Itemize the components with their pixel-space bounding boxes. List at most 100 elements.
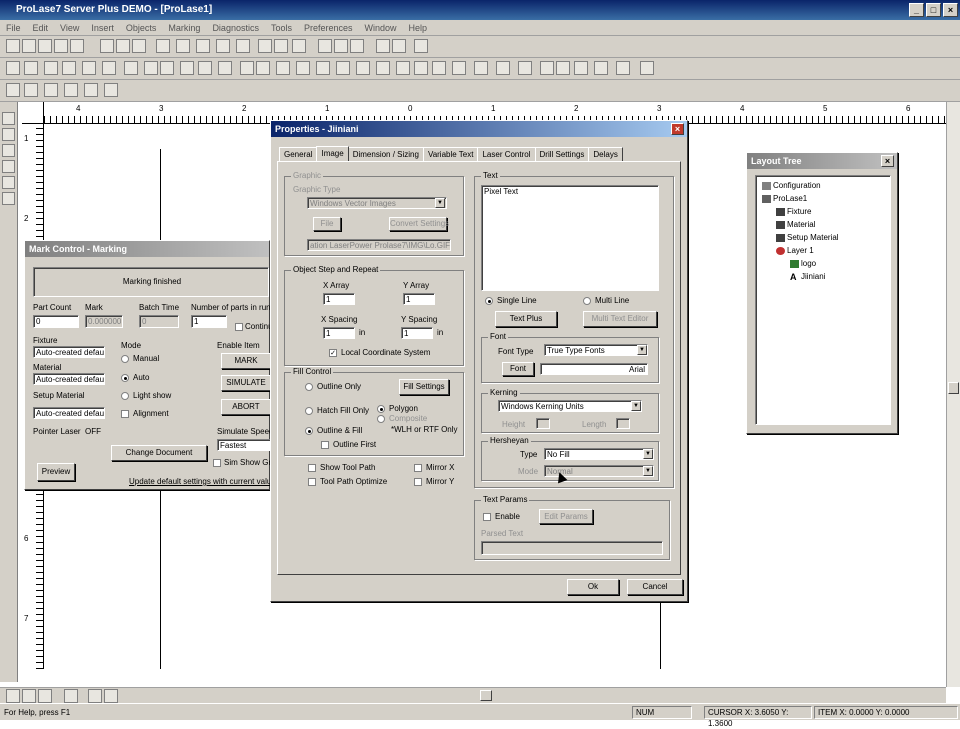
- format-tool-button-25-icon[interactable]: [474, 61, 488, 75]
- tab-dimension-sizing[interactable]: Dimension / Sizing: [347, 147, 424, 162]
- standard-tool-button-18-icon[interactable]: [334, 39, 348, 53]
- standard-tool-button-21-icon[interactable]: [392, 39, 406, 53]
- local-coord-checkbox[interactable]: ✓: [329, 349, 337, 357]
- outline-only-radio[interactable]: [305, 383, 313, 391]
- single-line-radio[interactable]: [485, 297, 493, 305]
- multi-line-radio[interactable]: [583, 297, 591, 305]
- rotate-tool-icon[interactable]: [2, 160, 15, 173]
- material-field[interactable]: Auto-created default: [33, 373, 105, 385]
- format-tool-button-33-icon[interactable]: [640, 61, 654, 75]
- format-tool-button-24-icon[interactable]: [452, 61, 466, 75]
- chevron-down-icon[interactable]: ▼: [643, 449, 653, 459]
- zoom-all-icon[interactable]: [88, 689, 102, 703]
- circle-tool-icon[interactable]: [2, 176, 15, 189]
- text-params-enable-checkbox[interactable]: [483, 513, 491, 521]
- tab-general[interactable]: General: [279, 147, 318, 162]
- standard-tool-button-12-icon[interactable]: [216, 39, 230, 53]
- outline-first-checkbox[interactable]: [321, 441, 329, 449]
- line-tool-icon[interactable]: [2, 112, 15, 125]
- chevron-down-icon[interactable]: ▼: [631, 401, 641, 411]
- kerning-select[interactable]: Windows Kerning Units: [498, 400, 642, 412]
- outline-fill-radio[interactable]: [305, 427, 313, 435]
- format-tool-button-15-icon[interactable]: [276, 61, 290, 75]
- format-tool-button-8-icon[interactable]: [144, 61, 158, 75]
- standard-tool-button-19-icon[interactable]: [350, 39, 364, 53]
- font-type-select[interactable]: True Type Fonts: [544, 344, 648, 356]
- text-plus-button[interactable]: Text Plus: [495, 311, 557, 327]
- format-tool-button-9-icon[interactable]: [160, 61, 174, 75]
- change-document-button[interactable]: Change Document: [111, 445, 207, 461]
- simulate-speed-select[interactable]: Fastest: [217, 439, 271, 451]
- tree-item-prolase1[interactable]: ProLase1: [762, 193, 807, 204]
- maximize-button[interactable]: □: [926, 3, 941, 17]
- tree-item-configuration[interactable]: Configuration: [762, 180, 821, 191]
- zoom-page-icon[interactable]: [104, 689, 118, 703]
- show-tool-path-checkbox[interactable]: [308, 464, 316, 472]
- standard-tool-button-15-icon[interactable]: [274, 39, 288, 53]
- standard-tool-button-2-icon[interactable]: [22, 39, 36, 53]
- tree-item-material[interactable]: Material: [776, 219, 815, 230]
- menu-view[interactable]: View: [54, 20, 85, 36]
- tree-item-jiiniani[interactable]: A Jiiniani: [790, 271, 825, 282]
- tab-laser-control[interactable]: Laser Control: [477, 147, 536, 162]
- tool-path-optimize-checkbox[interactable]: [308, 478, 316, 486]
- format-tool-button-23-icon[interactable]: [432, 61, 446, 75]
- tree-item-layer1[interactable]: Layer 1: [776, 245, 814, 256]
- zoom-window-icon[interactable]: [64, 689, 78, 703]
- standard-tool-button-16-icon[interactable]: [292, 39, 306, 53]
- scroll-thumb[interactable]: [948, 382, 959, 394]
- text-content-field[interactable]: Pixel Text: [481, 185, 659, 291]
- zoom-fit-icon[interactable]: [38, 689, 52, 703]
- format-tool-button-2-icon[interactable]: [24, 61, 38, 75]
- menu-marking[interactable]: Marking: [162, 20, 206, 36]
- menu-objects[interactable]: Objects: [120, 20, 163, 36]
- y-array-field[interactable]: 1: [403, 293, 435, 305]
- format-tool-button-14-icon[interactable]: [256, 61, 270, 75]
- abort-button[interactable]: ABORT: [221, 399, 271, 415]
- format-tool-button-19-icon[interactable]: [356, 61, 370, 75]
- zoom-in-icon[interactable]: [6, 689, 20, 703]
- minimize-button[interactable]: _: [909, 3, 924, 17]
- menu-tools[interactable]: Tools: [265, 20, 298, 36]
- standard-tool-button-6-icon[interactable]: [100, 39, 114, 53]
- composite-radio[interactable]: [377, 415, 385, 423]
- standard-tool-button-4-icon[interactable]: [54, 39, 68, 53]
- standard-tool-button-10-icon[interactable]: [176, 39, 190, 53]
- view-tool-button-2-icon[interactable]: [24, 83, 38, 97]
- setup-material-field[interactable]: Auto-created default: [33, 407, 105, 419]
- part-count-field[interactable]: 0: [33, 315, 79, 328]
- menu-preferences[interactable]: Preferences: [298, 20, 359, 36]
- hershey-type-select[interactable]: No Fill: [544, 448, 654, 460]
- tree-item-logo[interactable]: logo: [790, 258, 816, 269]
- standard-tool-button-1-icon[interactable]: [6, 39, 20, 53]
- standard-tool-button-20-icon[interactable]: [376, 39, 390, 53]
- ok-button[interactable]: Ok: [567, 579, 619, 595]
- format-tool-button-7-icon[interactable]: [124, 61, 138, 75]
- sim-show-checkbox[interactable]: [213, 459, 221, 467]
- format-tool-button-29-icon[interactable]: [556, 61, 570, 75]
- menu-window[interactable]: Window: [359, 20, 403, 36]
- pen-tool-icon[interactable]: [2, 128, 15, 141]
- fill-settings-button[interactable]: Fill Settings: [399, 379, 449, 395]
- format-tool-button-4-icon[interactable]: [62, 61, 76, 75]
- standard-tool-button-3-icon[interactable]: [38, 39, 52, 53]
- chevron-down-icon[interactable]: ▼: [637, 345, 647, 355]
- standard-tool-button-7-icon[interactable]: [116, 39, 130, 53]
- format-tool-button-27-icon[interactable]: [518, 61, 532, 75]
- mirror-x-checkbox[interactable]: [414, 464, 422, 472]
- continuous-checkbox[interactable]: [235, 323, 243, 331]
- standard-tool-button-13-icon[interactable]: [236, 39, 250, 53]
- format-tool-button-28-icon[interactable]: [540, 61, 554, 75]
- layout-tree-close-button[interactable]: ×: [881, 155, 894, 167]
- menu-help[interactable]: Help: [403, 20, 434, 36]
- format-tool-button-13-icon[interactable]: [240, 61, 254, 75]
- mode-light-show-radio[interactable]: [121, 392, 129, 400]
- format-tool-button-10-icon[interactable]: [180, 61, 194, 75]
- mode-auto-radio[interactable]: [121, 374, 129, 382]
- simulate-button[interactable]: SIMULATE: [221, 375, 271, 391]
- format-tool-button-11-icon[interactable]: [198, 61, 212, 75]
- format-tool-button-6-icon[interactable]: [102, 61, 116, 75]
- tab-variable-text[interactable]: Variable Text: [422, 147, 479, 162]
- y-spacing-field[interactable]: 1: [401, 327, 433, 339]
- num-parts-field[interactable]: 1: [191, 315, 227, 328]
